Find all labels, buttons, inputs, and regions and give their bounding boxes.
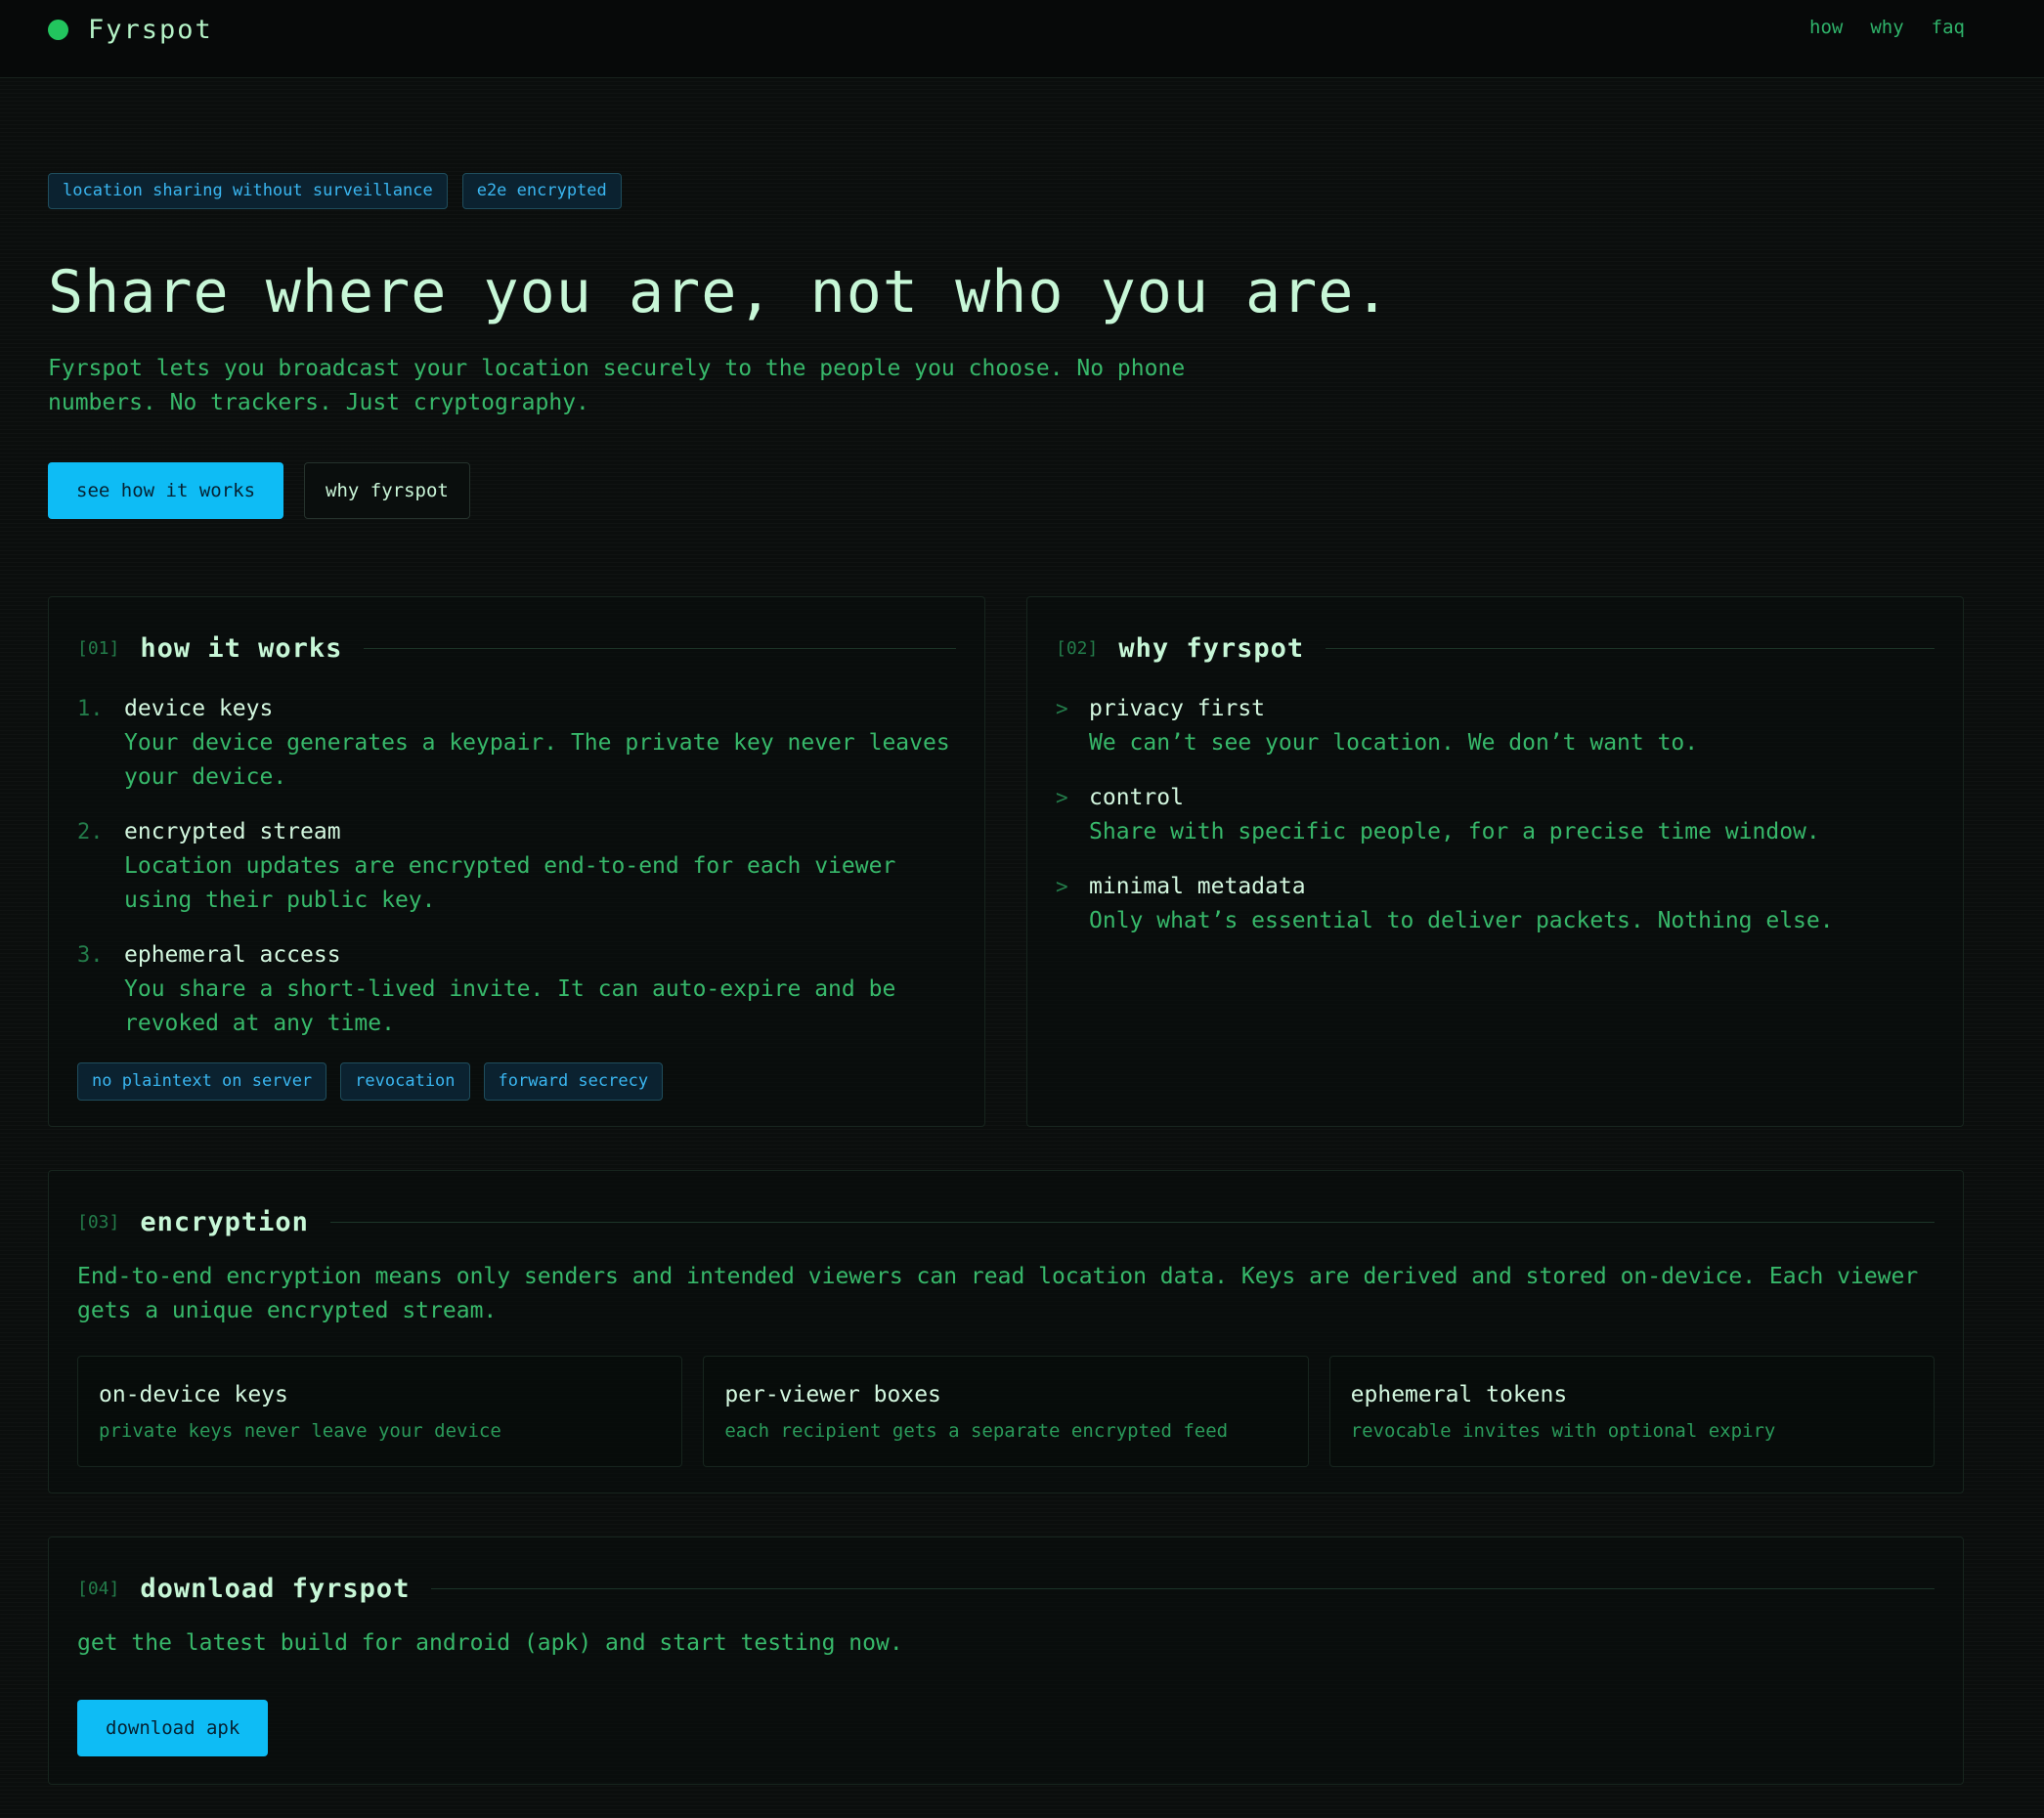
feature-description: private keys never leave your device [99, 1420, 501, 1442]
section-title: how it works [140, 632, 343, 664]
see-how-it-works-button[interactable]: see how it works [48, 462, 284, 519]
why-fyrspot-button[interactable]: why fyrspot [304, 462, 470, 519]
chip-no-plaintext: no plaintext on server [77, 1062, 327, 1101]
feature-description: revocable invites with optional expiry [1350, 1420, 1776, 1442]
page-title: Share where you are, not who you are. [48, 258, 1391, 326]
feature-card: on-device keys private keys never leave … [77, 1356, 683, 1467]
feature-title: per-viewer boxes [724, 1382, 941, 1407]
feature-card: per-viewer boxes each recipient gets a s… [703, 1356, 1309, 1467]
reasons-list: > privacy first We can’t see your locati… [1056, 692, 1939, 959]
section-title: download fyrspot [140, 1573, 411, 1604]
nav-link-why[interactable]: why [1870, 17, 1903, 38]
brand[interactable]: Fyrspot [48, 14, 213, 45]
list-item: 3. ephemeral access You share a short-li… [77, 938, 961, 1041]
divider [1326, 647, 1935, 649]
section-number: [02] [1056, 637, 1099, 659]
list-item: > privacy first We can’t see your locati… [1056, 692, 1939, 760]
reason-description: We can’t see your location. We don’t wan… [1089, 730, 1699, 756]
chevron-right-icon: > [1056, 875, 1068, 898]
section-title: encryption [140, 1206, 309, 1237]
encryption-features: on-device keys private keys never leave … [77, 1356, 1935, 1467]
tag-location-sharing: location sharing without surveillance [48, 173, 448, 209]
nav-link-how[interactable]: how [1809, 17, 1843, 38]
feature-card: ephemeral tokens revocable invites with … [1328, 1356, 1935, 1467]
feature-description: each recipient gets a separate encrypted… [724, 1420, 1229, 1442]
feature-title: ephemeral tokens [1350, 1382, 1568, 1407]
nav-link-faq[interactable]: faq [1932, 17, 1965, 38]
how-it-works-card: [01] how it works 1. device keys Your de… [48, 596, 985, 1127]
list-item: 1. device keys Your device generates a k… [77, 692, 961, 795]
feature-chips: no plaintext on server revocation forwar… [77, 1062, 664, 1101]
reason-description: Share with specific people, for a precis… [1089, 819, 1820, 844]
section-number: [01] [77, 637, 120, 659]
list-item: > minimal metadata Only what’s essential… [1056, 870, 1939, 938]
step-number: 3. [77, 943, 104, 968]
tag-e2e-encrypted: e2e encrypted [461, 173, 622, 209]
step-number: 1. [77, 697, 104, 721]
divider [329, 1221, 1935, 1223]
reason-title: control [1089, 785, 1184, 810]
brand-name: Fyrspot [88, 14, 213, 45]
chip-revocation: revocation [340, 1062, 470, 1101]
why-fyrspot-card: [02] why fyrspot > privacy first We can’… [1026, 596, 1964, 1127]
encryption-card: [03] encryption End-to-end encryption me… [48, 1170, 1964, 1493]
list-item: 2. encrypted stream Location updates are… [77, 815, 961, 918]
step-description: Location updates are encrypted end-to-en… [124, 853, 896, 913]
card-header: [03] encryption [77, 1204, 1935, 1239]
reason-description: Only what’s essential to deliver packets… [1089, 908, 1834, 933]
status-dot-icon [48, 19, 68, 40]
main-nav: how why faq [1809, 17, 1965, 38]
encryption-description: End-to-end encryption means only senders… [77, 1264, 1919, 1323]
card-header: [04] download fyrspot [77, 1571, 1935, 1606]
step-title: ephemeral access [124, 942, 341, 968]
top-navigation-bar: Fyrspot how why faq [0, 0, 2044, 78]
hero-section: location sharing without surveillance e2… [48, 173, 2003, 519]
hero-tags: location sharing without surveillance e2… [48, 173, 2003, 209]
divider [431, 1587, 1935, 1589]
section-number: [03] [77, 1211, 120, 1233]
section-title: why fyrspot [1118, 632, 1305, 664]
hero-description: Fyrspot lets you broadcast your location… [48, 356, 1186, 415]
feature-title: on-device keys [99, 1382, 288, 1407]
card-header: [02] why fyrspot [1056, 630, 1935, 666]
step-title: encrypted stream [124, 819, 341, 844]
chevron-right-icon: > [1056, 786, 1068, 809]
step-title: device keys [124, 696, 274, 721]
reason-title: privacy first [1089, 696, 1266, 721]
hero-cta-row: see how it works why fyrspot [48, 462, 2003, 519]
section-number: [04] [77, 1578, 120, 1599]
reason-title: minimal metadata [1089, 874, 1306, 899]
download-description: get the latest build for android (apk) a… [77, 1630, 903, 1656]
list-item: > control Share with specific people, fo… [1056, 781, 1939, 849]
card-header: [01] how it works [77, 630, 956, 666]
chip-forward-secrecy: forward secrecy [483, 1062, 664, 1101]
download-card: [04] download fyrspot get the latest bui… [48, 1537, 1964, 1785]
divider [364, 647, 956, 649]
steps-list: 1. device keys Your device generates a k… [77, 692, 961, 1061]
chevron-right-icon: > [1056, 697, 1068, 720]
step-description: Your device generates a keypair. The pri… [124, 730, 950, 790]
step-description: You share a short-lived invite. It can a… [124, 976, 896, 1036]
download-apk-button[interactable]: download apk [77, 1700, 269, 1756]
step-number: 2. [77, 820, 104, 844]
